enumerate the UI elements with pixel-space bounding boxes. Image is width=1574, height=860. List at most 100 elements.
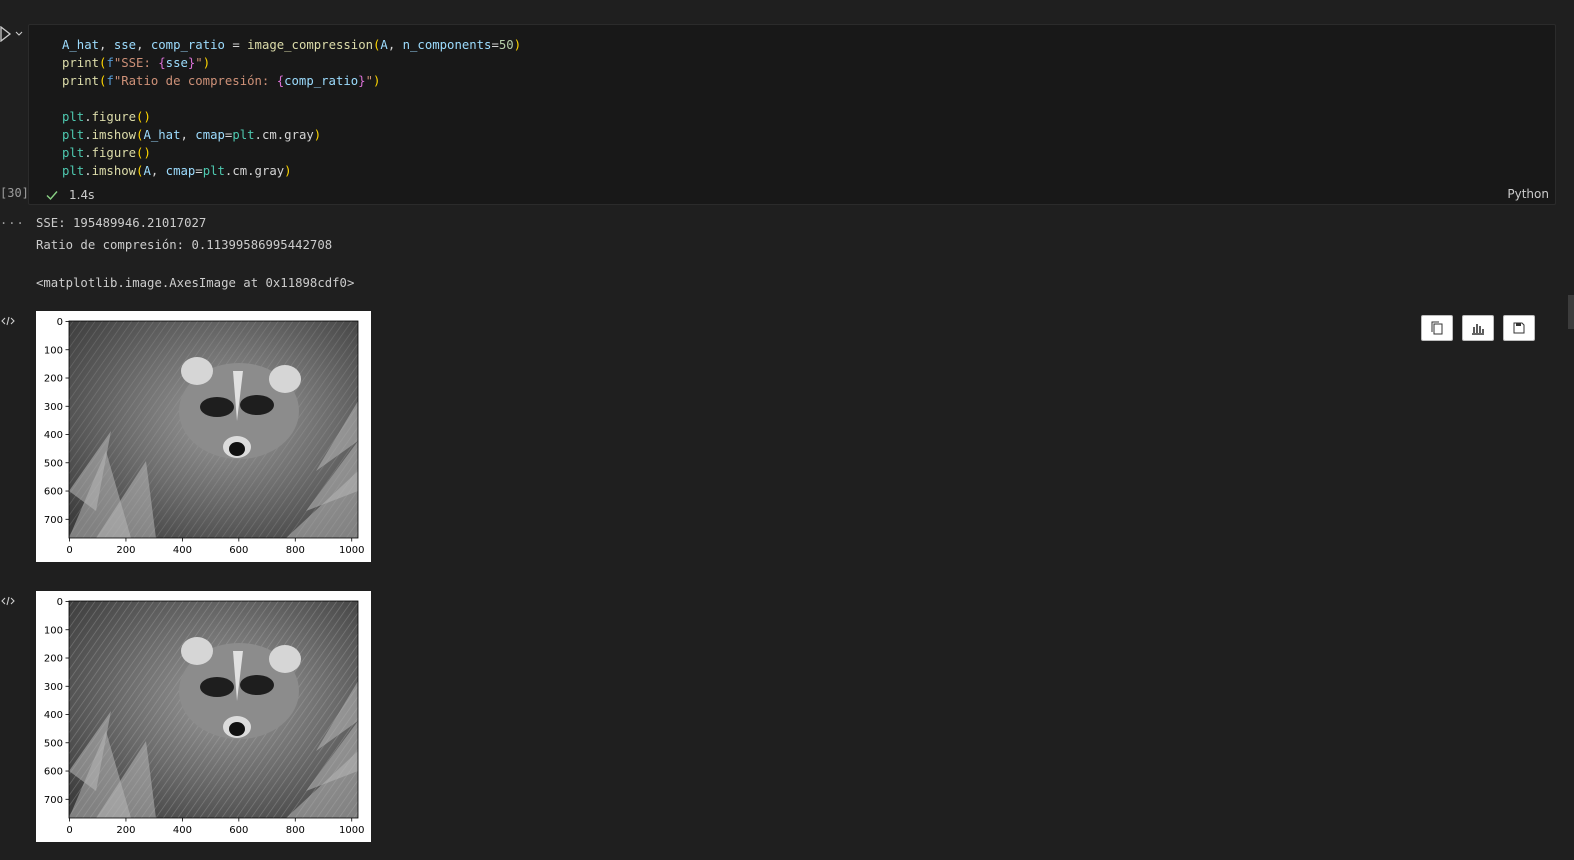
y-tick-label: 200 <box>44 374 63 385</box>
y-tick-label: 600 <box>44 767 63 778</box>
y-tick-label: 0 <box>57 317 63 328</box>
code-token: comp_ratio <box>150 38 225 52</box>
code-line: plt.imshow(A, cmap=plt.cm.gray) <box>62 162 521 180</box>
x-tick-label: 0 <box>66 825 72 836</box>
code-token: , <box>180 128 196 142</box>
y-tick-label: 700 <box>44 515 63 526</box>
code-token: { <box>158 56 166 70</box>
save-button[interactable] <box>1503 315 1535 341</box>
y-tick-label: 600 <box>44 487 63 498</box>
run-cell-icon[interactable] <box>0 26 12 42</box>
repr-output: <matplotlib.image.AxesImage at 0x11898cd… <box>36 276 355 290</box>
scrollbar-thumb[interactable] <box>1568 295 1574 329</box>
figure-svg: 0 100 200 300 400 500 600 700 0 200 400 600 800 1000 <box>44 317 365 556</box>
code-token: = <box>224 38 248 52</box>
code-token: plt <box>62 146 85 160</box>
sse-output: SSE: 195489946.21017027 <box>36 216 207 230</box>
code-token: ) <box>513 38 522 52</box>
language-indicator[interactable]: Python <box>1507 187 1549 201</box>
code-token: figure <box>91 110 137 124</box>
code-token: = <box>195 164 203 178</box>
check-icon <box>46 191 58 201</box>
code-token: . <box>84 128 92 142</box>
code-token: A <box>380 38 388 52</box>
x-tick-label: 400 <box>173 825 192 836</box>
x-tick-label: 800 <box>286 825 305 836</box>
code-token: , <box>150 164 166 178</box>
y-tick-label: 500 <box>44 458 63 469</box>
output-code-icon[interactable] <box>1 594 15 608</box>
code-token: . <box>84 110 92 124</box>
code-token: ) <box>202 56 211 70</box>
chevron-down-icon[interactable] <box>15 30 23 38</box>
code-token: cm <box>261 128 277 142</box>
code-token: . <box>254 128 262 142</box>
code-token: A_hat <box>143 128 181 142</box>
chart-icon <box>1472 324 1484 335</box>
chart-button[interactable] <box>1462 315 1494 341</box>
code-token: print <box>62 56 100 70</box>
code-token: A <box>143 164 151 178</box>
code-token: plt <box>62 128 85 142</box>
execution-count: [30] <box>0 186 29 200</box>
x-tick-label: 200 <box>116 825 135 836</box>
y-tick-label: 400 <box>44 430 63 441</box>
x-tick-label: 1000 <box>339 825 364 836</box>
code-line: print(f"SSE: {sse}") <box>62 54 521 72</box>
code-token: plt <box>232 128 255 142</box>
code-token: gray <box>284 128 314 142</box>
code-token: sse <box>113 38 137 52</box>
x-tick-label: 0 <box>66 545 72 556</box>
code-token: ) <box>313 128 322 142</box>
x-tick-label: 1000 <box>339 545 364 556</box>
code-line: print(f"Ratio de compresión: {comp_ratio… <box>62 72 521 90</box>
code-token: " <box>195 56 203 70</box>
y-tick-label: 0 <box>57 597 63 608</box>
code-token: , <box>136 38 151 52</box>
code-token: plt <box>62 110 85 124</box>
code-token: "Ratio de compresión: <box>113 74 277 88</box>
code-token: . <box>84 164 92 178</box>
code-token: comp_ratio <box>284 74 359 88</box>
code-token: . <box>247 164 255 178</box>
copy-button[interactable] <box>1421 315 1453 341</box>
y-tick-label: 100 <box>44 625 63 636</box>
code-token: plt <box>202 164 225 178</box>
code-token: " <box>365 74 373 88</box>
code-token: () <box>136 146 151 160</box>
code-token: imshow <box>91 128 137 142</box>
cell-run-controls <box>0 26 28 46</box>
x-tick-label: 200 <box>116 545 135 556</box>
code-token: image_compression <box>247 38 373 52</box>
y-tick-label: 700 <box>44 795 63 806</box>
code-token: plt <box>62 164 85 178</box>
code-token: ) <box>372 74 381 88</box>
code-token: , <box>99 38 114 52</box>
code-line: plt.figure() <box>62 108 521 126</box>
output-code-icon[interactable] <box>1 314 15 328</box>
code-token: = <box>491 38 499 52</box>
code-token: ) <box>284 164 292 178</box>
code-line: plt.figure() <box>62 144 521 162</box>
code-token: n_components <box>402 38 492 52</box>
code-token: cm <box>232 164 248 178</box>
y-tick-label: 300 <box>44 402 63 413</box>
y-tick-label: 100 <box>44 345 63 356</box>
code-token: () <box>136 110 151 124</box>
raccoon-image <box>69 321 358 538</box>
output-more-icon[interactable]: ... <box>0 213 25 227</box>
code-cell[interactable]: A_hat, sse, comp_ratio = image_compressi… <box>28 24 1556 205</box>
x-tick-label: 600 <box>229 545 248 556</box>
code-token: 50 <box>498 38 514 52</box>
x-tick-label: 400 <box>173 545 192 556</box>
code-token: "SSE: <box>113 56 159 70</box>
code-token: f <box>106 74 114 88</box>
code-editor[interactable]: A_hat, sse, comp_ratio = image_compressi… <box>62 36 521 180</box>
code-token: { <box>276 74 285 88</box>
code-token: , <box>387 38 403 52</box>
code-token: A_hat <box>62 38 100 52</box>
figure-svg: 0 100 200 300 400 500 600 700 0 200 400 600 800 1000 <box>44 597 365 836</box>
code-token: figure <box>91 146 137 160</box>
save-icon <box>1513 322 1525 334</box>
